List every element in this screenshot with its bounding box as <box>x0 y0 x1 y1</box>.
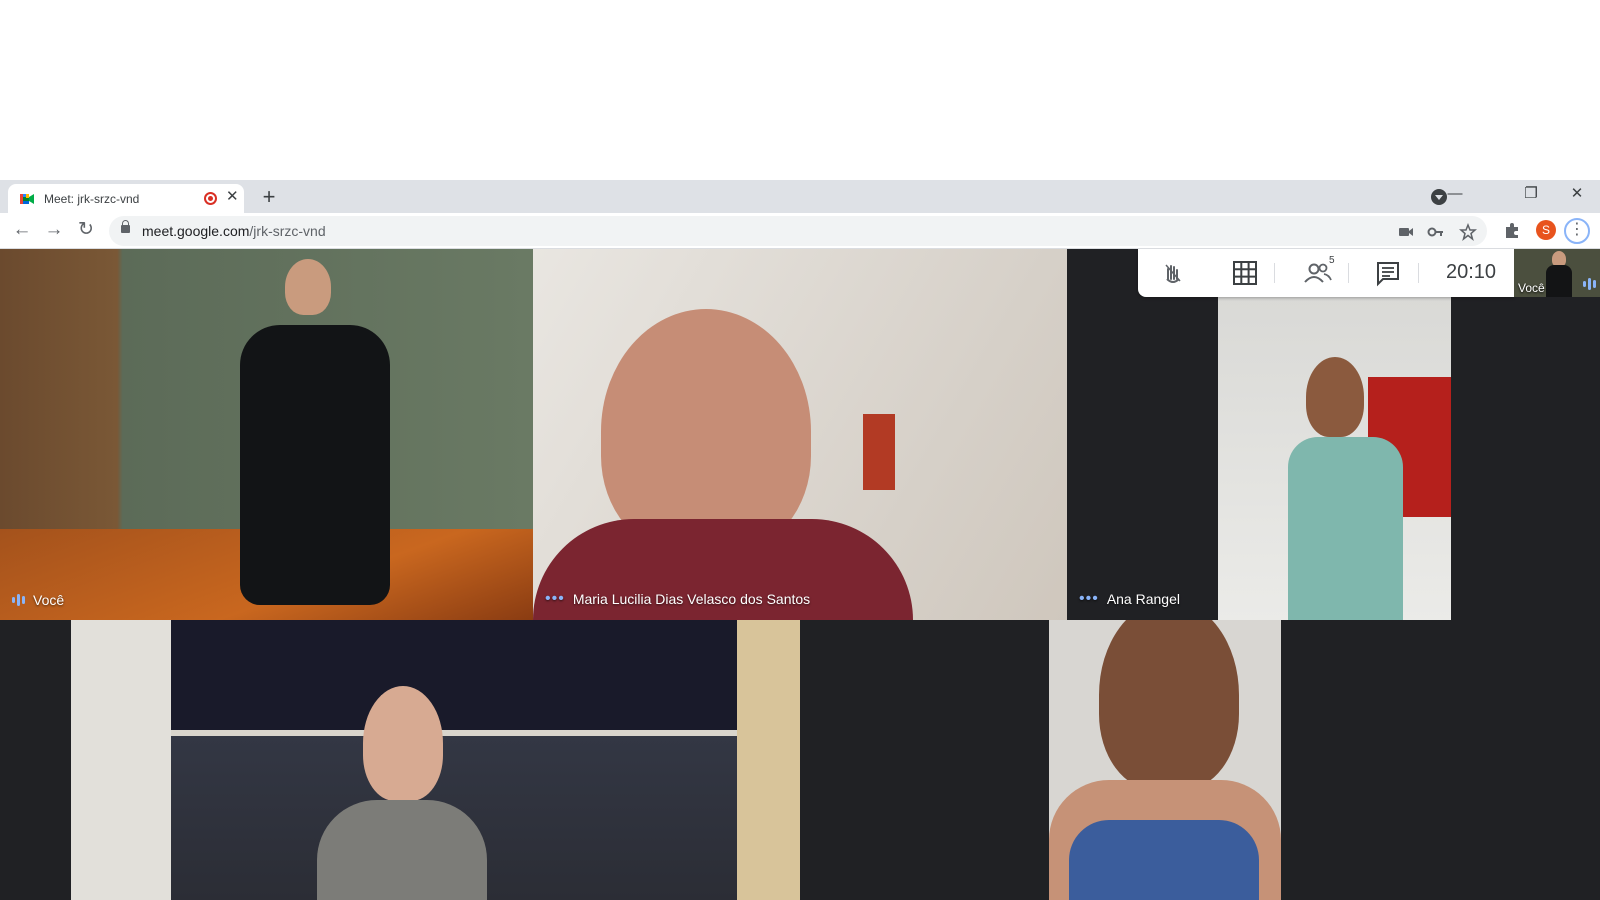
new-tab-button[interactable]: + <box>256 185 282 211</box>
participant-name: ••• Maria Lucilia Dias Velasco dos Santo… <box>545 590 811 608</box>
wall-picture <box>863 414 895 490</box>
profile-avatar[interactable]: S <box>1536 220 1556 240</box>
forward-button[interactable]: → <box>42 219 66 243</box>
lower-hand-icon[interactable] <box>1158 259 1188 287</box>
recording-indicator-icon <box>204 192 217 205</box>
window-restore-button[interactable]: ❐ <box>1516 182 1546 206</box>
participant-body <box>1288 437 1403 620</box>
more-options-icon[interactable]: ••• <box>545 590 565 608</box>
divider <box>1418 263 1419 283</box>
wall-background <box>71 620 171 900</box>
address-bar[interactable]: meet.google.com/jrk-srzc-vnd <box>109 216 1487 246</box>
participants-button[interactable]: 5 <box>1303 255 1343 287</box>
participant-body <box>317 800 487 900</box>
participant-tile[interactable] <box>800 620 1530 900</box>
participant-name: ••• Ana Rangel <box>1079 590 1180 608</box>
participant-body <box>1069 820 1259 900</box>
puzzle-icon[interactable] <box>1503 221 1521 239</box>
meet-stage: Você ••• Maria Lucilia Dias Velasco dos … <box>0 249 1600 900</box>
participant-count: 5 <box>1329 255 1335 266</box>
speaking-indicator-icon <box>12 593 25 607</box>
participant-video <box>1049 620 1281 900</box>
blank-area <box>0 0 1600 180</box>
tile-layout-icon[interactable] <box>1230 259 1260 287</box>
participant-face <box>601 309 811 554</box>
more-options-icon[interactable]: ••• <box>1079 590 1099 608</box>
tab-strip: Meet: jrk-srzc-vnd ✕ <box>0 180 1600 213</box>
self-body <box>1546 265 1572 297</box>
participant-tile[interactable] <box>71 620 800 900</box>
meeting-controls-bar: 5 20:10 <box>1138 249 1514 297</box>
meet-favicon-icon <box>20 194 34 204</box>
browser-tab[interactable]: Meet: jrk-srzc-vnd ✕ <box>8 184 244 213</box>
camera-in-use-icon[interactable] <box>1397 223 1415 241</box>
self-speaking-indicator-icon <box>1583 277 1596 291</box>
self-view-label: Você <box>1518 281 1545 295</box>
participant-tile[interactable]: ••• Ana Rangel <box>1067 249 1600 620</box>
participant-face <box>1306 357 1364 437</box>
reload-button[interactable]: ↻ <box>74 219 98 243</box>
lock-icon <box>121 220 130 233</box>
blind-background <box>171 620 737 730</box>
door-background <box>737 620 800 900</box>
participant-face <box>363 686 443 801</box>
participant-video <box>1218 297 1451 620</box>
tab-close-button[interactable]: ✕ <box>226 189 239 205</box>
self-view-thumbnail[interactable]: Você <box>1514 249 1600 297</box>
browser-menu-button[interactable]: ⋮ <box>1564 218 1590 244</box>
participant-body <box>240 325 390 605</box>
bookmark-star-icon[interactable] <box>1459 223 1477 241</box>
chat-icon[interactable] <box>1373 259 1403 287</box>
participant-tile[interactable]: Você <box>0 249 533 620</box>
back-button[interactable]: ← <box>10 219 34 243</box>
tab-title: Meet: jrk-srzc-vnd <box>44 192 140 206</box>
divider <box>1274 263 1275 283</box>
divider <box>1348 263 1349 283</box>
participant-head <box>285 259 331 315</box>
participant-face <box>1099 620 1239 790</box>
window-close-button[interactable]: ✕ <box>1562 182 1592 206</box>
key-icon[interactable] <box>1427 223 1445 241</box>
url-text: meet.google.com/jrk-srzc-vnd <box>142 223 326 239</box>
participant-name: Você <box>12 592 64 608</box>
participant-tile[interactable]: ••• Maria Lucilia Dias Velasco dos Santo… <box>533 249 1067 620</box>
browser-toolbar: ← → ↻ meet.google.com/jrk-srzc-vnd <box>0 213 1600 249</box>
window-minimize-button[interactable]: — <box>1440 182 1470 206</box>
meeting-clock: 20:10 <box>1446 261 1497 283</box>
